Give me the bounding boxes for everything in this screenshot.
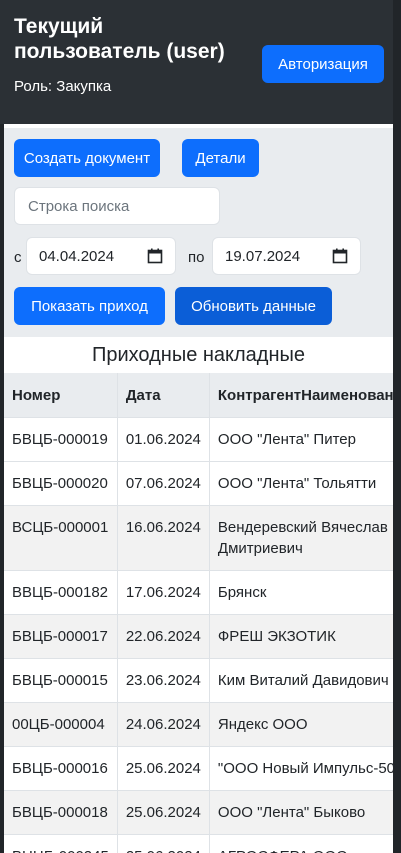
panel-divider [4,124,393,128]
cell-counterparty: Вендеревский Вячеслав Дмитриевич [209,505,393,571]
cell-date: 17.06.2024 [117,570,210,615]
table-row[interactable]: ВСЦБ-000001 16.06.2024 Вендеревский Вяче… [4,505,393,571]
user-role: Роль: Закупка [14,78,112,95]
cell-date: 25.06.2024 [117,834,210,853]
cell-number: БВЦБ-000017 [4,614,118,659]
date-from-input[interactable]: 04.04.2024 [26,237,176,275]
cell-counterparty: ООО "Лента" Быково [209,790,393,835]
cell-counterparty: "ООО Новый Импульс-50" [209,746,393,791]
table-row[interactable]: БВЦБ-000017 22.06.2024 ФРЕШ ЭКЗОТИК [4,614,393,659]
cell-counterparty: Яндекс ООО [209,702,393,747]
current-user-title: Текущий пользователь (user) [14,15,225,63]
cell-number: БВЦБ-000016 [4,746,118,791]
create-document-button[interactable]: Создать документ [14,139,160,177]
user-header: Текущий пользователь (user) Роль: Закупк… [4,0,393,124]
table-header-row: Номер Дата КонтрагентНаименование [4,373,393,418]
calendar-icon[interactable] [332,248,348,264]
cell-counterparty: ООО "Лента" Тольятти [209,461,393,506]
cell-number: БВЦБ-000015 [4,658,118,703]
cell-date: 24.06.2024 [117,702,210,747]
cell-date: 16.06.2024 [117,505,210,571]
cell-date: 22.06.2024 [117,614,210,659]
date-from-label: с [14,249,22,266]
cell-date: 25.06.2024 [117,746,210,791]
cell-counterparty: АГРОСФЕРА ООО [209,834,393,853]
table-row[interactable]: БВЦБ-000018 25.06.2024 ООО "Лента" Быков… [4,790,393,835]
calendar-icon[interactable] [147,248,163,264]
cell-number: БВЦБ-000018 [4,790,118,835]
column-header-number[interactable]: Номер [4,373,118,418]
cell-number: ВСЦБ-000001 [4,505,118,571]
cell-counterparty: Брянск [209,570,393,615]
table-row[interactable]: ВНЦБ-000245 25.06.2024 АГРОСФЕРА ООО [4,834,393,853]
table-row[interactable]: БВЦБ-000020 07.06.2024 ООО "Лента" Толья… [4,461,393,506]
cell-date: 25.06.2024 [117,790,210,835]
date-from-value: 04.04.2024 [39,247,115,265]
cell-number: ВНЦБ-000245 [4,834,118,853]
cell-date: 01.06.2024 [117,417,210,462]
table-row[interactable]: ВВЦБ-000182 17.06.2024 Брянск [4,570,393,615]
receipts-table: Номер Дата КонтрагентНаименование БВЦБ-0… [4,373,393,853]
cell-number: БВЦБ-000020 [4,461,118,506]
cell-counterparty: Ким Виталий Давидович [209,658,393,703]
cell-counterparty: ФРЕШ ЭКЗОТИК [209,614,393,659]
cell-date: 07.06.2024 [117,461,210,506]
date-to-label: по [188,249,205,266]
auth-button[interactable]: Авторизация [262,45,384,83]
details-button[interactable]: Детали [182,139,259,177]
table-row[interactable]: БВЦБ-000016 25.06.2024 "ООО Новый Импуль… [4,746,393,791]
cell-number: 00ЦБ-000004 [4,702,118,747]
section-title: Приходные накладные [4,337,393,377]
cell-number: ВВЦБ-000182 [4,570,118,615]
receipts-table-container[interactable]: Номер Дата КонтрагентНаименование БВЦБ-0… [4,373,393,853]
table-row[interactable]: БВЦБ-000015 23.06.2024 Ким Виталий Давид… [4,658,393,703]
cell-number: БВЦБ-000019 [4,417,118,462]
table-row[interactable]: БВЦБ-000019 01.06.2024 ООО "Лента" Питер [4,417,393,462]
column-header-counterparty[interactable]: КонтрагентНаименование [209,373,393,418]
page-scrollbar[interactable] [393,0,401,853]
cell-date: 23.06.2024 [117,658,210,703]
date-to-value: 19.07.2024 [225,247,301,265]
show-receipts-button[interactable]: Показать приход [14,287,165,325]
column-header-date[interactable]: Дата [117,373,210,418]
main-panel: Создать документ Детали с 04.04.2024 по … [4,124,393,853]
search-input[interactable] [14,187,220,225]
table-row[interactable]: 00ЦБ-000004 24.06.2024 Яндекс ООО [4,702,393,747]
refresh-data-button[interactable]: Обновить данные [175,287,332,325]
date-to-input[interactable]: 19.07.2024 [212,237,361,275]
cell-counterparty: ООО "Лента" Питер [209,417,393,462]
